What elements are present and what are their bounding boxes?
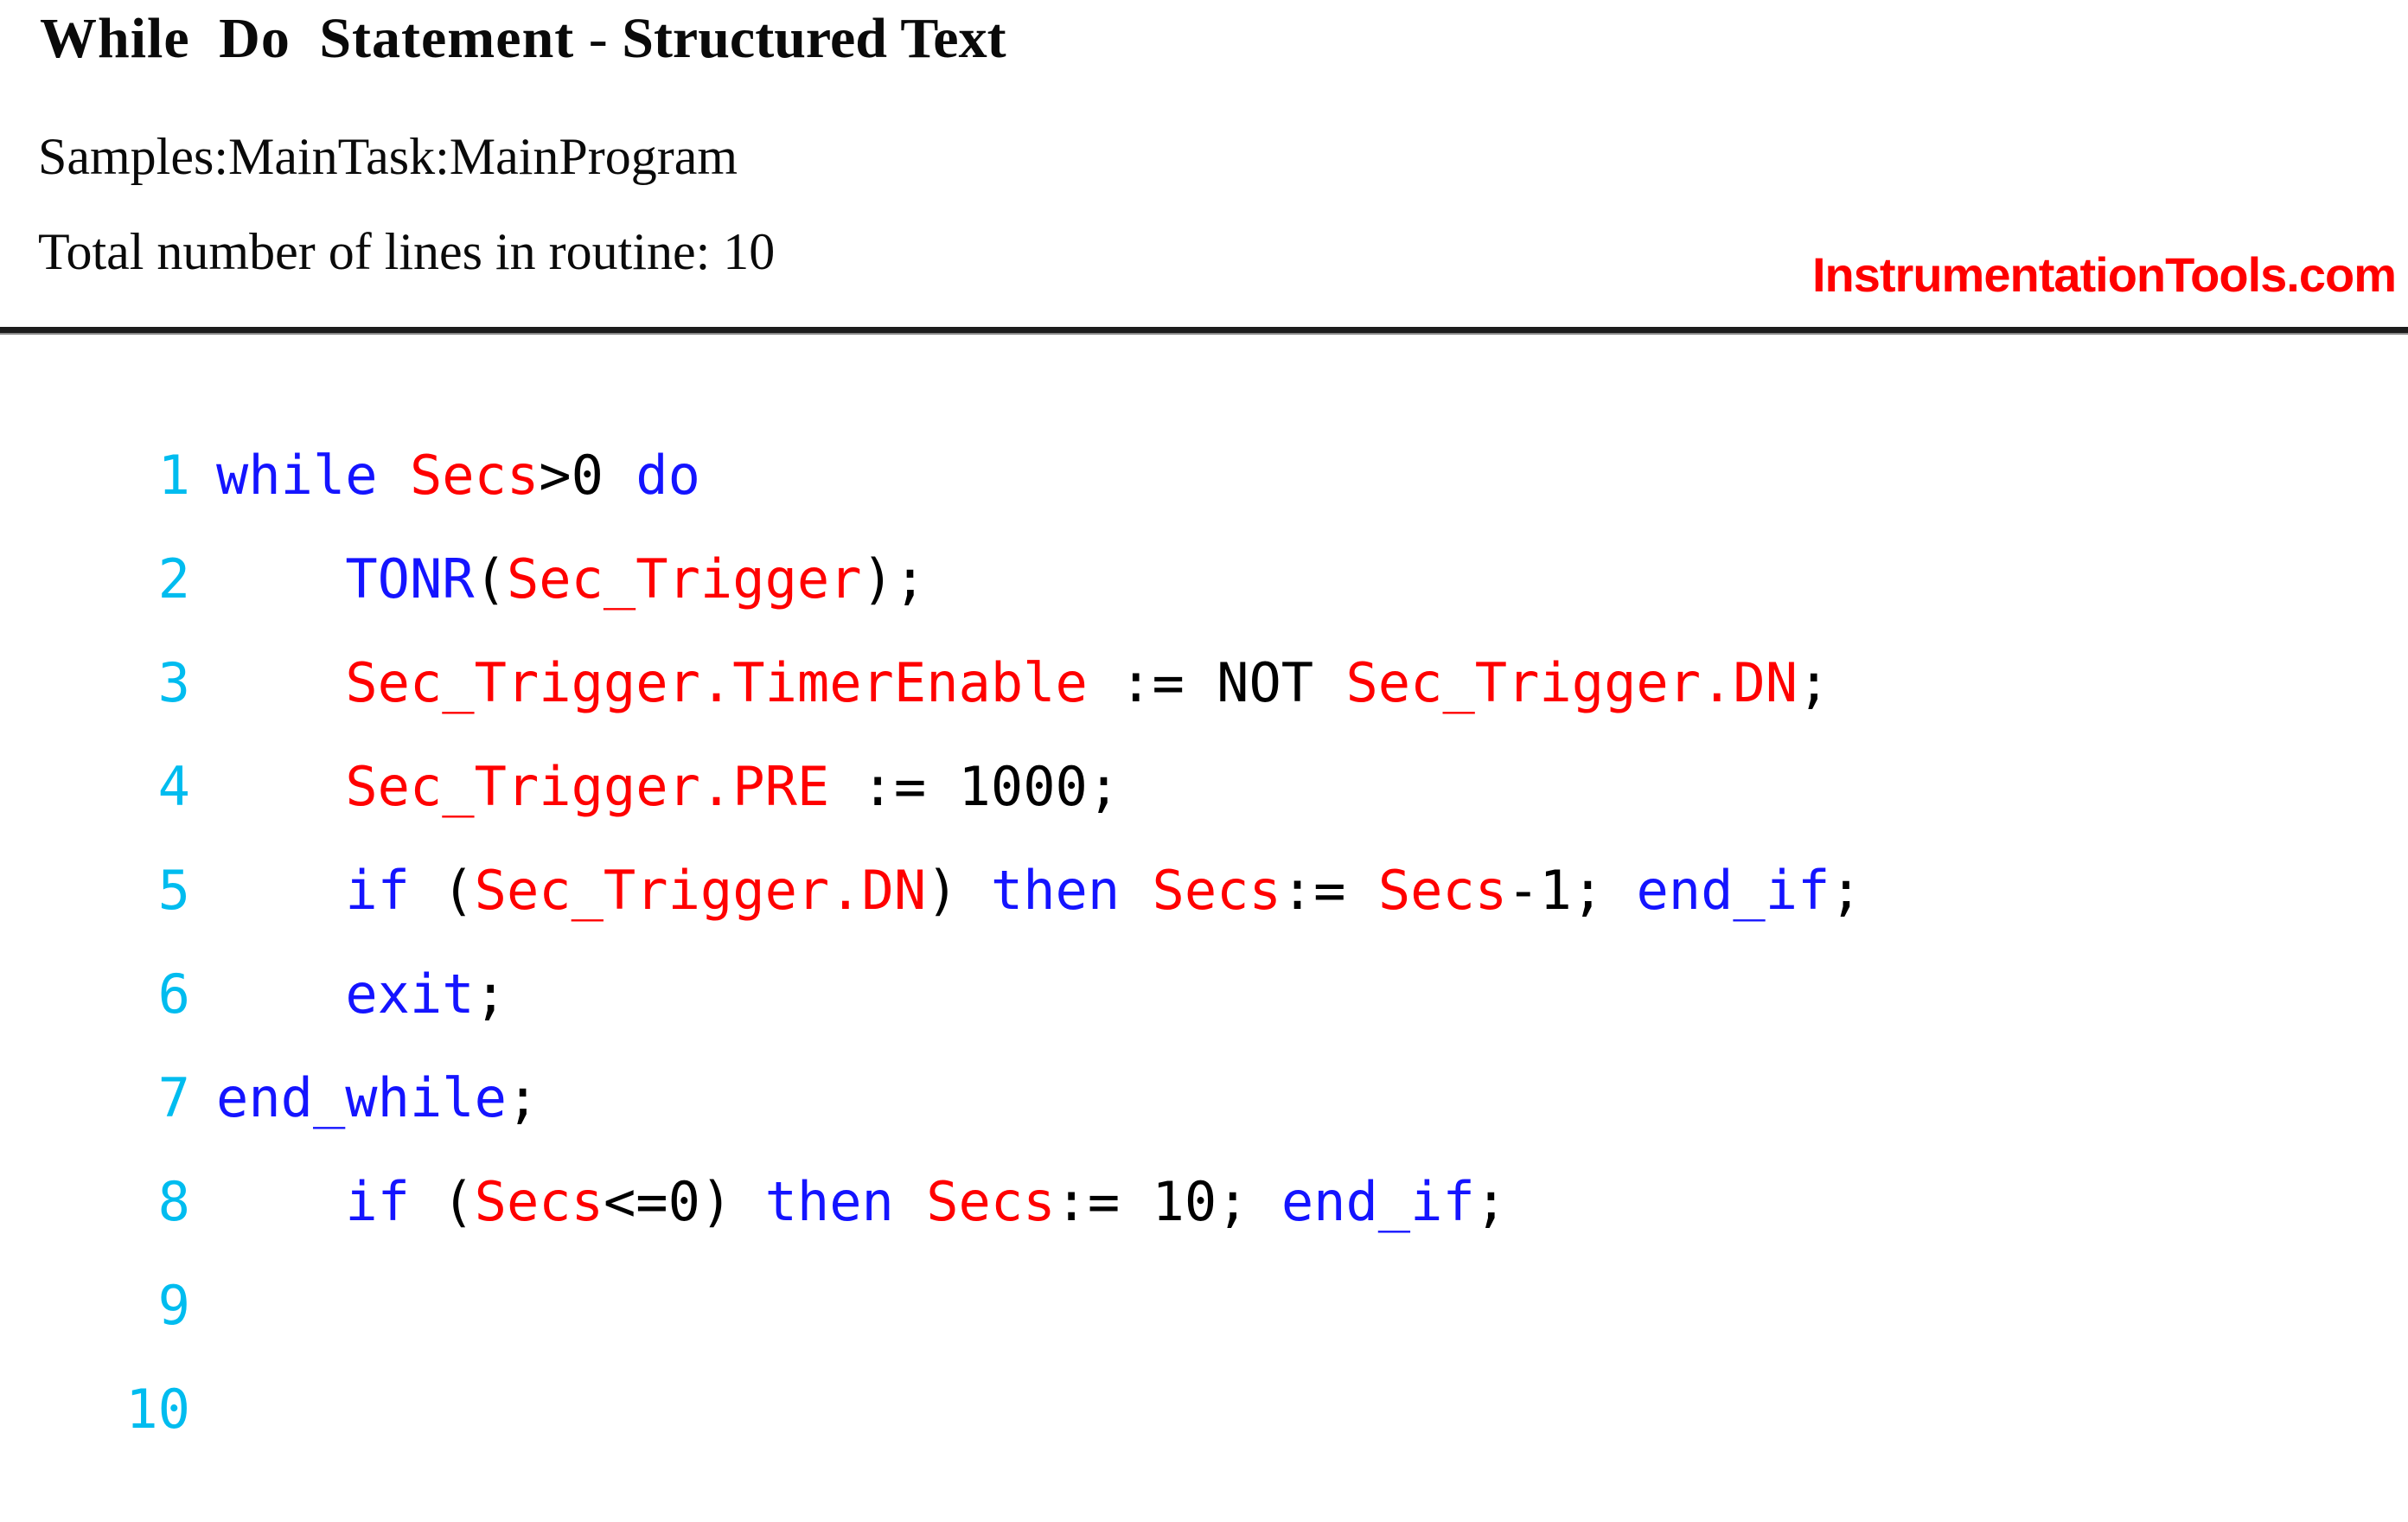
code-token: Sec_Trigger <box>506 547 862 611</box>
code-token: ) <box>926 859 991 922</box>
header-divider <box>0 327 2408 335</box>
code-token: then <box>990 859 1153 922</box>
code-token: ; <box>1798 651 1830 714</box>
code-line[interactable]: 3 Sec_Trigger.TimerEnable := NOT Sec_Tri… <box>0 631 2408 735</box>
line-number: 10 <box>125 1378 190 1441</box>
code-text[interactable]: TONR(Sec_Trigger); <box>216 528 2408 631</box>
code-token: ; <box>506 1066 540 1129</box>
code-token: Sec_Trigger.DN <box>1345 651 1798 714</box>
line-number: 4 <box>157 755 190 818</box>
code-text[interactable]: while Secs>0 do <box>216 424 2408 528</box>
code-token: TONR <box>345 547 475 611</box>
code-token: ; <box>1474 1170 1508 1233</box>
line-number: 6 <box>157 962 190 1026</box>
code-token: := 1000; <box>829 755 1121 818</box>
line-number: 3 <box>157 651 190 714</box>
code-token: Secs <box>1152 859 1281 922</box>
code-line[interactable]: 2 TONR(Sec_Trigger); <box>0 528 2408 631</box>
code-line[interactable]: 8 if (Secs<=0) then Secs:= 10; end_if; <box>0 1150 2408 1254</box>
code-token: while <box>216 444 410 507</box>
code-line[interactable]: 10 <box>0 1358 2408 1461</box>
line-number: 5 <box>157 859 190 922</box>
code-token: Secs <box>1377 859 1508 922</box>
code-token: <=0) <box>603 1170 765 1233</box>
code-token: end_if <box>1281 1170 1475 1233</box>
code-token: Sec_Trigger.TimerEnable <box>345 651 1088 714</box>
code-text[interactable]: if (Sec_Trigger.DN) then Secs:= Secs-1; … <box>216 839 2408 943</box>
code-token: Secs <box>474 1170 604 1233</box>
code-token: if <box>345 859 443 922</box>
code-token: Sec_Trigger.DN <box>474 859 927 922</box>
site-watermark: InstrumentationTools.com <box>1812 247 2397 302</box>
line-number: 9 <box>157 1274 190 1337</box>
code-token: Secs <box>409 444 540 507</box>
code-token: ( <box>442 859 475 922</box>
code-token: := 10; <box>1055 1170 1281 1233</box>
code-token: Secs <box>926 1170 1056 1233</box>
structured-text-editor[interactable]: 1 while Secs>0 do 2 TONR(Sec_Trigger); 3 Se… <box>0 424 2408 1461</box>
code-token: Sec_Trigger.PRE <box>345 755 830 818</box>
code-text[interactable]: end_while; <box>216 1046 2408 1150</box>
code-token: end_while <box>216 1066 507 1129</box>
total-line-count: Total number of lines in routine: 10 <box>38 223 776 280</box>
code-token: ; <box>474 962 507 1026</box>
routine-header: While Do Statement - Structured Text Sam… <box>0 0 2408 335</box>
code-token: >0 <box>539 444 636 507</box>
line-number: 7 <box>157 1066 190 1129</box>
code-token: ); <box>861 547 927 611</box>
code-text[interactable]: Sec_Trigger.TimerEnable := NOT Sec_Trigg… <box>216 631 2408 735</box>
code-line[interactable]: 7 end_while; <box>0 1046 2408 1150</box>
code-line[interactable]: 5 if (Sec_Trigger.DN) then Secs:= Secs-1… <box>0 839 2408 943</box>
code-line[interactable]: 9 <box>0 1254 2408 1358</box>
line-number: 8 <box>157 1170 190 1233</box>
code-text[interactable]: Sec_Trigger.PRE := 1000; <box>216 735 2408 839</box>
line-number: 1 <box>157 444 190 507</box>
code-token: ( <box>442 1170 475 1233</box>
code-token: then <box>764 1170 927 1233</box>
scope-path: Samples:MainTask:MainProgram <box>38 128 738 185</box>
code-token: := <box>1281 859 1378 922</box>
code-line[interactable]: 4 Sec_Trigger.PRE := 1000; <box>0 735 2408 839</box>
code-token: ; <box>1830 859 1862 922</box>
code-token: do <box>636 444 700 507</box>
code-line[interactable]: 6 exit; <box>0 943 2408 1046</box>
page-title-main: While Do Statement <box>40 7 575 70</box>
line-number: 2 <box>157 547 190 611</box>
code-token: if <box>345 1170 443 1233</box>
code-token: -1; <box>1507 859 1637 922</box>
code-token: end_if <box>1636 859 1830 922</box>
code-token: := NOT <box>1087 651 1346 714</box>
code-text[interactable]: exit; <box>216 943 2408 1046</box>
page-title: While Do Statement - Structured Text <box>40 7 1006 71</box>
page-title-sub: Structured Text <box>622 7 1006 70</box>
code-token: exit <box>345 962 475 1026</box>
code-token: ( <box>474 547 507 611</box>
page-title-separator: - <box>574 7 623 70</box>
code-line[interactable]: 1 while Secs>0 do <box>0 424 2408 528</box>
code-text[interactable]: if (Secs<=0) then Secs:= 10; end_if; <box>216 1150 2408 1254</box>
